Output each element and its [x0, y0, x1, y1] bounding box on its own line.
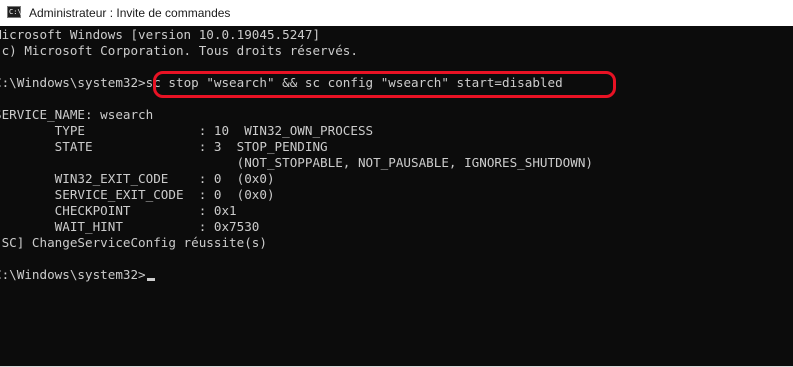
- output-line: STATE : 3 STOP_PENDING: [0, 139, 328, 154]
- entered-command: sc stop "wsearch" && sc config "wsearch"…: [145, 75, 563, 90]
- cmd-console-icon-glyph: C:\: [9, 8, 22, 16]
- output-line: [SC] ChangeServiceConfig réussite(s): [0, 235, 267, 250]
- blank-line: [0, 59, 593, 75]
- title-bar[interactable]: C:\ Administrateur : Invite de commandes: [0, 0, 793, 26]
- output-line: (NOT_STOPPABLE, NOT_PAUSABLE, IGNORES_SH…: [0, 155, 593, 170]
- output-line: SERVICE_NAME: wsearch: [0, 107, 154, 122]
- active-prompt-line[interactable]: C:\Windows\system32>: [0, 267, 593, 283]
- command-prompt-window: C:\ Administrateur : Invite de commandes…: [0, 0, 793, 367]
- window-title: Administrateur : Invite de commandes: [29, 6, 231, 20]
- blank-line: [0, 91, 593, 107]
- cmd-console-icon: C:\: [7, 6, 22, 18]
- output-line: WAIT_HINT : 0x7530: [0, 219, 260, 234]
- prompt-path: C:\Windows\system32>: [0, 75, 146, 90]
- prompt-path: C:\Windows\system32>: [0, 267, 146, 282]
- output-line: TYPE : 10 WIN32_OWN_PROCESS: [0, 123, 374, 138]
- banner-line: Microsoft Windows [version 10.0.19045.52…: [0, 27, 321, 42]
- console-area[interactable]: Microsoft Windows [version 10.0.19045.52…: [0, 27, 793, 366]
- output-line: WIN32_EXIT_CODE : 0 (0x0): [0, 171, 275, 186]
- output-line: CHECKPOINT : 0x1: [0, 203, 237, 218]
- console-output: Microsoft Windows [version 10.0.19045.52…: [0, 27, 593, 283]
- text-cursor: [146, 278, 155, 281]
- output-line: SERVICE_EXIT_CODE : 0 (0x0): [0, 187, 275, 202]
- command-line: C:\Windows\system32>sc stop "wsearch" &&…: [0, 75, 593, 91]
- blank-line: [0, 251, 593, 267]
- banner-line: (c) Microsoft Corporation. Tous droits r…: [0, 43, 358, 58]
